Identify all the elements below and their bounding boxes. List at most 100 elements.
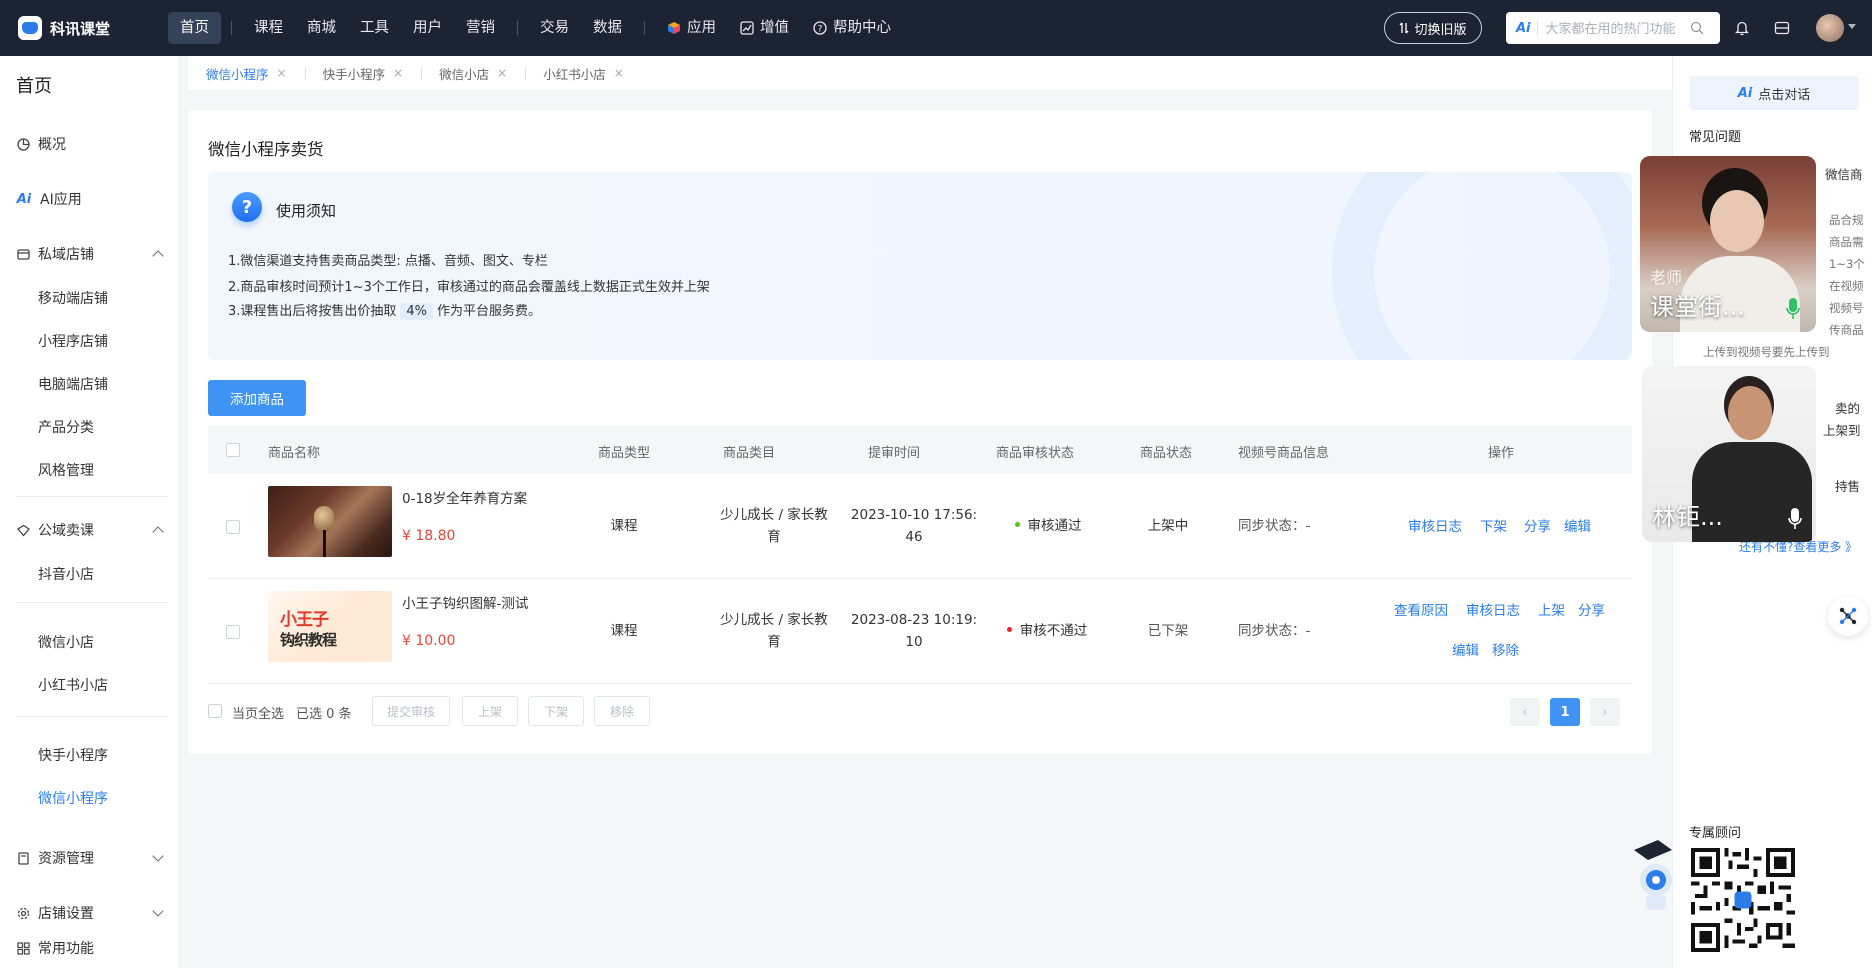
- close-icon[interactable]: ×: [393, 66, 403, 80]
- chevron-down-icon[interactable]: [152, 905, 164, 917]
- prev-page-button[interactable]: ‹: [1510, 698, 1540, 726]
- table-row: 小王子 钩织教程 小王子钩织图解-测试 ¥ 10.00 课程 少儿成长 / 家长…: [208, 579, 1632, 684]
- page-select-all-checkbox[interactable]: [208, 704, 222, 718]
- nav-mall[interactable]: 商城: [295, 12, 348, 44]
- edit-link[interactable]: 编辑: [1452, 639, 1479, 659]
- nav-help[interactable]: ? 帮助中心: [801, 12, 903, 44]
- close-icon[interactable]: ×: [497, 66, 507, 80]
- ai-chat-button[interactable]: Ai 点击对话: [1689, 76, 1859, 110]
- sidebar-item-kuaishou[interactable]: 快手小程序: [38, 745, 108, 765]
- next-page-button[interactable]: ›: [1590, 698, 1620, 726]
- sidebar-item-wechat-store[interactable]: 微信小店: [38, 632, 94, 652]
- faq-item[interactable]: 卖的: [1835, 398, 1860, 417]
- tab-wechat-miniprogram[interactable]: 微信小程序 ×: [188, 64, 305, 83]
- video-tile-teacher[interactable]: 老师 课堂街...: [1640, 156, 1816, 332]
- sidebar-item-wechat-miniprogram[interactable]: 微信小程序: [38, 788, 108, 808]
- close-icon[interactable]: ×: [614, 66, 624, 80]
- add-product-button[interactable]: 添加商品: [208, 380, 306, 416]
- nav-tools[interactable]: 工具: [348, 12, 401, 44]
- nav-trade[interactable]: 交易: [528, 12, 581, 44]
- nav-marketing[interactable]: 营销: [454, 12, 507, 44]
- chevron-up-icon[interactable]: [152, 250, 164, 262]
- sidebar-title: 首页: [16, 76, 52, 97]
- page-number[interactable]: 1: [1550, 698, 1580, 726]
- submit-time: 2023-10-10 17:56: 46: [850, 507, 978, 545]
- faq-title: 常见问题: [1689, 130, 1742, 145]
- switch-old-version-button[interactable]: 切换旧版: [1384, 12, 1482, 44]
- product-name[interactable]: 小王子钩织图解-测试: [402, 592, 528, 612]
- product-name[interactable]: 0-18岁全年养育方案: [402, 487, 527, 507]
- remove-link[interactable]: 移除: [1492, 639, 1519, 659]
- sidebar-item-ai[interactable]: Ai AI应用: [16, 189, 82, 209]
- share-link[interactable]: 分享: [1524, 515, 1551, 535]
- audit-log-link[interactable]: 审核日志: [1466, 599, 1520, 619]
- sidebar-item-mobile-store[interactable]: 移动端店铺: [38, 288, 108, 308]
- sidebar-item-douyin[interactable]: 抖音小店: [38, 564, 94, 584]
- close-icon[interactable]: ×: [277, 66, 287, 80]
- faq-item[interactable]: 上架到: [1823, 420, 1861, 439]
- faq-text: 视频号: [1829, 301, 1864, 315]
- nav-course[interactable]: 课程: [242, 12, 295, 44]
- advisor-title: 专属顾问: [1689, 826, 1742, 841]
- row-checkbox[interactable]: [226, 520, 240, 534]
- faq-text: 传商品: [1829, 323, 1864, 337]
- sidebar-item-miniprogram-store[interactable]: 小程序店铺: [38, 331, 108, 351]
- faq-item[interactable]: 微信商: [1825, 164, 1863, 183]
- share-link[interactable]: 分享: [1578, 599, 1605, 619]
- product-thumbnail[interactable]: [268, 486, 392, 557]
- sidebar-item-overview[interactable]: 概况: [16, 134, 66, 154]
- header-review: 商品审核状态: [996, 446, 1075, 461]
- chevron-down-icon[interactable]: [152, 850, 164, 862]
- mascot-icon[interactable]: [1634, 836, 1672, 916]
- faq-item[interactable]: 持售: [1835, 476, 1860, 495]
- ai-icon: Ai: [1737, 85, 1753, 101]
- view-reason-link[interactable]: 查看原因: [1394, 599, 1448, 619]
- edit-link[interactable]: 编辑: [1564, 515, 1591, 535]
- tab-kuaishou-miniprogram[interactable]: 快手小程序 ×: [304, 64, 422, 83]
- status-dot: [1014, 521, 1020, 527]
- assistant-float-icon[interactable]: [1828, 596, 1868, 636]
- list-link[interactable]: 上架: [1538, 599, 1565, 619]
- tab-wechat-store[interactable]: 微信小店 ×: [421, 64, 525, 83]
- main-card: 微信小程序卖货 ? 使用须知 1.微信渠道支持售卖商品类型: 点播、音频、图文、…: [188, 110, 1652, 754]
- switch-icon: [1400, 22, 1409, 34]
- nav-users[interactable]: 用户: [401, 12, 454, 44]
- nav-apps[interactable]: 应用: [655, 12, 728, 44]
- qr-code: [1691, 848, 1795, 952]
- chevron-down-icon[interactable]: [1848, 24, 1856, 29]
- mic-icon: [1786, 298, 1800, 319]
- audit-log-link[interactable]: 审核日志: [1408, 515, 1462, 535]
- nav-data[interactable]: 数据: [581, 12, 634, 44]
- delist-button[interactable]: 下架: [528, 696, 584, 726]
- fee-percent: 4%: [400, 303, 434, 320]
- sidebar-item-common[interactable]: 常用功能: [16, 938, 94, 958]
- sidebar-group-store-settings[interactable]: 店铺设置: [16, 903, 94, 923]
- chevron-up-icon[interactable]: [152, 526, 164, 538]
- global-search[interactable]: Ai: [1506, 12, 1720, 44]
- avatar[interactable]: [1816, 14, 1844, 42]
- search-input[interactable]: [1545, 20, 1686, 36]
- sidebar-item-xiaohongshu[interactable]: 小红书小店: [38, 675, 108, 695]
- select-all-checkbox[interactable]: [226, 443, 240, 457]
- search-icon[interactable]: [1690, 21, 1704, 35]
- inbox-icon[interactable]: [1772, 18, 1792, 38]
- list-button[interactable]: 上架: [462, 696, 518, 726]
- sidebar-group-resources[interactable]: 资源管理: [16, 848, 94, 868]
- sidebar-group-public-course[interactable]: 公域卖课: [16, 520, 94, 540]
- sidebar-group-private-store[interactable]: 私域店铺: [16, 244, 94, 264]
- row-checkbox[interactable]: [226, 625, 240, 639]
- bell-icon[interactable]: [1732, 18, 1752, 38]
- delist-link[interactable]: 下架: [1480, 515, 1507, 535]
- sidebar-item-product-category[interactable]: 产品分类: [38, 417, 94, 437]
- remove-button[interactable]: 移除: [594, 696, 650, 726]
- nav-home[interactable]: 首页: [168, 12, 221, 44]
- product-thumbnail[interactable]: 小王子 钩织教程: [268, 591, 392, 662]
- submit-review-button[interactable]: 提交审核: [372, 696, 450, 726]
- video-tile-host[interactable]: 林钜...: [1642, 366, 1816, 542]
- sidebar-item-style[interactable]: 风格管理: [38, 460, 94, 480]
- tab-xiaohongshu-store[interactable]: 小红书小店 ×: [525, 64, 642, 83]
- diamond-icon: [16, 523, 30, 537]
- nav-value-added[interactable]: 增值: [728, 12, 801, 44]
- logo[interactable]: 科讯课堂: [18, 16, 168, 40]
- sidebar-item-pc-store[interactable]: 电脑端店铺: [38, 374, 108, 394]
